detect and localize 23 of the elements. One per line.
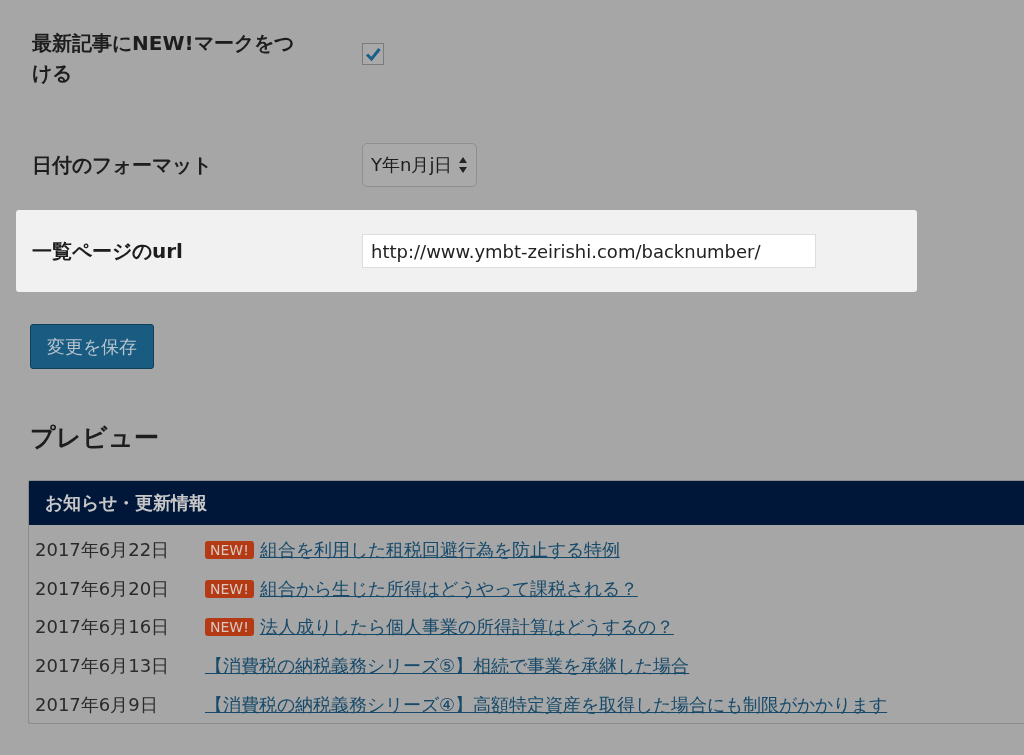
checkbox[interactable]: [362, 43, 384, 65]
post-link[interactable]: 【消費税の納税義務シリーズ④】高額特定資産を取得した場合にも制限がかかります: [205, 692, 888, 717]
new-badge: NEW!: [205, 541, 254, 560]
widget-title: お知らせ・更新情報: [29, 481, 1024, 525]
setting-label: 最新記事にNEW!マークをつける: [32, 30, 295, 87]
post-link[interactable]: 組合から生じた所得はどうやって課税される？: [259, 576, 638, 601]
post-date: 2017年6月22日: [35, 538, 171, 563]
post-link[interactable]: 法人成りしたら個人事業の所得計算はどうするの？: [259, 615, 674, 640]
post-link[interactable]: 【消費税の納税義務シリーズ⑤】相続で事業を承継した場合: [205, 654, 690, 679]
save-button[interactable]: 変更を保存: [30, 324, 154, 369]
post-date: 2017年6月13日: [35, 654, 171, 679]
new-badge: NEW!: [205, 618, 254, 637]
post-date: 2017年6月20日: [35, 576, 171, 601]
post-date: 2017年6月9日: [35, 692, 159, 717]
setting-label: 一覧ページのurl: [32, 238, 184, 265]
post-date: 2017年6月16日: [35, 615, 171, 640]
post-link[interactable]: 組合を利用した租税回避行為を防止する特例: [259, 538, 620, 563]
new-badge: NEW!: [205, 579, 254, 598]
up-down-arrows-icon: [458, 156, 469, 174]
date-format-select[interactable]: Y年n月j日: [362, 143, 478, 187]
url-input-field[interactable]: http://www.ymbt-zeirishi.com/backnumber/: [362, 234, 816, 268]
setting-label: 日付のフォーマット: [32, 152, 213, 179]
preview-heading: プレビュー: [30, 422, 160, 454]
